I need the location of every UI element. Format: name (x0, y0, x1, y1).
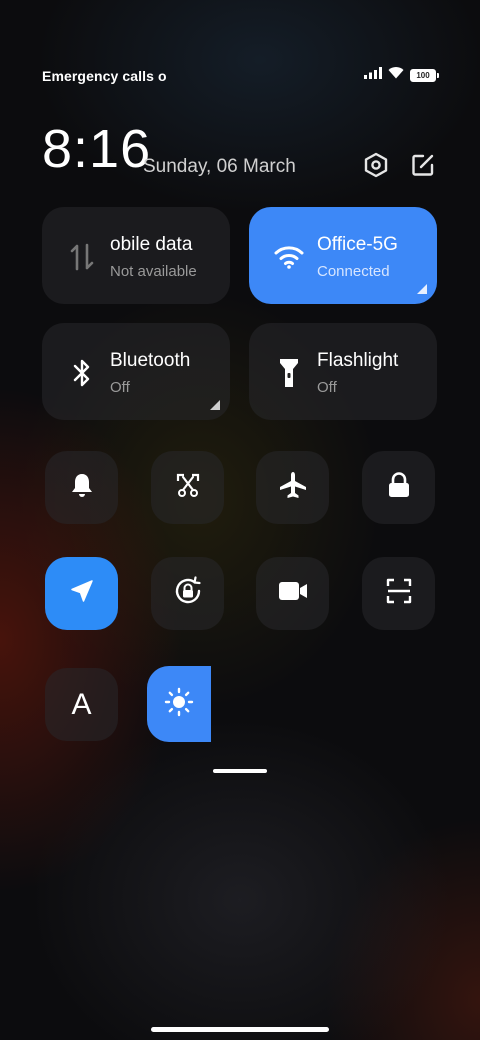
scan-icon (385, 577, 413, 610)
tile-flashlight[interactable]: Flashlight Off (249, 323, 437, 420)
wifi-status-icon (388, 66, 404, 84)
tile-title: Office-5G (317, 234, 398, 255)
lock-icon (386, 471, 412, 504)
status-carrier-text: Emergency calls o (42, 68, 167, 84)
toggle-sound[interactable] (45, 451, 118, 524)
font-a-icon: A (71, 687, 92, 721)
battery-icon: 100 (410, 68, 439, 82)
tile-mobile-data[interactable]: obile data Not available (42, 207, 230, 304)
expand-corner-icon[interactable] (210, 400, 220, 410)
tile-wifi[interactable]: Office-5G Connected (249, 207, 437, 304)
location-arrow-icon (68, 577, 96, 610)
bluetooth-icon (64, 355, 100, 391)
toggle-screenshot[interactable] (151, 451, 224, 524)
tile-subtitle: Off (110, 379, 130, 396)
toggle-airplane[interactable] (256, 451, 329, 524)
rotation-lock-icon (172, 575, 204, 612)
tile-title: obile data (110, 234, 193, 255)
clock-time: 8:16 (42, 119, 152, 179)
battery-level: 100 (411, 69, 435, 81)
status-icons: 100 (364, 66, 439, 84)
brightness-slider[interactable] (147, 666, 211, 742)
toggle-scanner[interactable] (362, 557, 435, 630)
tile-subtitle: Off (317, 379, 337, 396)
toggle-reading-mode[interactable]: A (45, 668, 118, 741)
tile-bluetooth[interactable]: Bluetooth Off (42, 323, 230, 420)
wifi-icon (271, 239, 307, 275)
video-camera-icon (278, 580, 308, 607)
expand-corner-icon[interactable] (417, 284, 427, 294)
cellular-signal-icon (364, 66, 382, 84)
tile-title: Flashlight (317, 350, 399, 371)
settings-hex-icon[interactable] (361, 150, 391, 180)
toggle-lock-screen[interactable] (362, 451, 435, 524)
toggle-screen-record[interactable] (256, 557, 329, 630)
bell-icon (68, 471, 96, 504)
panel-drag-handle[interactable] (213, 769, 267, 773)
mobile-data-arrows-icon (64, 239, 100, 275)
tile-title: Bluetooth (110, 350, 191, 371)
toggle-location[interactable] (45, 557, 118, 630)
sun-icon (164, 687, 194, 722)
airplane-icon (278, 470, 308, 505)
edit-icon[interactable] (408, 150, 438, 180)
scissors-screenshot-icon (174, 471, 202, 504)
flashlight-icon (271, 355, 307, 391)
navigation-gesture-bar[interactable] (151, 1027, 329, 1032)
date-text: Sunday, 06 March (143, 156, 296, 177)
toggle-auto-rotate[interactable] (151, 557, 224, 630)
tile-subtitle: Not available (110, 263, 197, 280)
tile-subtitle: Connected (317, 263, 390, 280)
